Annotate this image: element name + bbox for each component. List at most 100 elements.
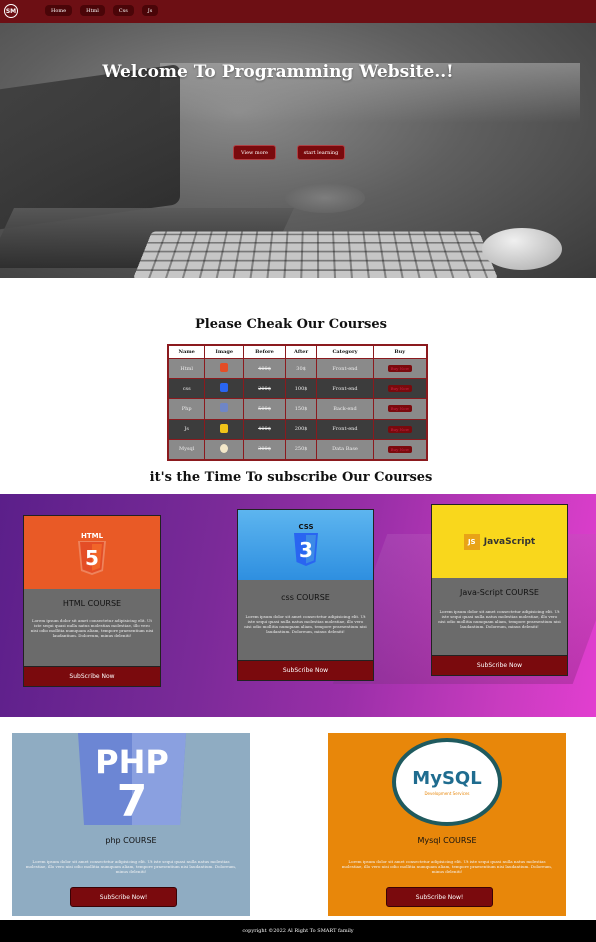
cell-name: css xyxy=(167,378,206,400)
copyright-text: copyright ©2022 Al Right To SMART family xyxy=(242,928,354,934)
javascript-subscribe-button[interactable]: SubScribe Now xyxy=(432,655,567,675)
css3-icon: CSS 3 xyxy=(293,523,318,566)
cell-name: Js xyxy=(167,418,206,440)
html-course-card: HTML 5 HTML COURSE Lorem ipsum dolor sit… xyxy=(23,515,161,687)
mysql-card-description: Lorem ipsum dolor sit amet consectetur a… xyxy=(341,859,553,874)
buy-now-button[interactable]: Buy Now xyxy=(387,385,412,393)
svg-text:3: 3 xyxy=(299,538,313,562)
hero-cup-image xyxy=(285,183,365,213)
cell-image xyxy=(204,357,245,380)
php-icon xyxy=(220,403,229,413)
php-logo-icon: PHP 7 xyxy=(78,733,186,825)
buy-now-button[interactable]: Buy Now xyxy=(387,405,412,413)
table-row: Js 400$ 200$ Front-end Buy Now xyxy=(167,418,428,440)
javascript-icon: JS xyxy=(463,533,480,550)
subscribe-section: HTML 5 HTML COURSE Lorem ipsum dolor sit… xyxy=(0,494,596,717)
buy-now-button[interactable]: Buy Now xyxy=(387,445,412,453)
cell-before: 300$ xyxy=(243,438,286,461)
hero-title: Welcome To Programming Website..! xyxy=(102,62,454,82)
css-card-description: Lorem ipsum dolor sit amet consectetur a… xyxy=(244,614,367,634)
mysql-card-title: Mysql COURSE xyxy=(417,836,477,845)
mysql-icon xyxy=(220,443,229,453)
table-row: Html 400$ 30$ Front-end Buy Now xyxy=(167,357,428,380)
cell-after: 250$ xyxy=(284,438,318,461)
hero-laptop-image xyxy=(0,63,180,233)
php-card-description: Lorem ipsum dolor sit amet consectetur a… xyxy=(25,859,237,874)
hero-keyboard-image xyxy=(132,231,499,278)
javascript-card-title: Java-Script COURSE xyxy=(460,588,539,597)
table-header-row: Name Image Before After Category Buy xyxy=(167,345,428,359)
javascript-card-description: Lorem ipsum dolor sit amet consectetur a… xyxy=(438,609,561,629)
cell-before: 500$ xyxy=(243,398,286,420)
table-row: Php 500$ 150$ Back-end Buy Now xyxy=(167,398,428,420)
cell-category: Data Base xyxy=(316,438,374,461)
cell-before: 400$ xyxy=(243,357,286,380)
mysql-logo-subtitle: Development Services xyxy=(424,791,470,796)
buy-now-button[interactable]: Buy Now xyxy=(387,425,412,433)
cell-category: Front-end xyxy=(316,378,374,400)
column-header-after: After xyxy=(284,345,318,359)
html5-icon: HTML 5 xyxy=(78,532,106,575)
cell-name: Php xyxy=(167,398,206,420)
cell-after: 100$ xyxy=(284,378,318,400)
html-subscribe-button[interactable]: SubScribe Now xyxy=(24,666,160,686)
start-learning-button[interactable]: start learning xyxy=(297,145,345,160)
mysql-logo-icon: MySQL Development Services xyxy=(392,738,502,826)
courses-heading: Please Cheak Our Courses xyxy=(195,317,387,332)
table-row: Mysql 300$ 250$ Data Base Buy Now xyxy=(167,438,428,461)
css-subscribe-button[interactable]: SubScribe Now xyxy=(238,660,373,680)
nav-item-css[interactable]: Css xyxy=(112,5,134,16)
cell-image xyxy=(204,438,245,461)
cell-after: 200$ xyxy=(284,418,318,440)
css-course-card: CSS 3 css COURSE Lorem ipsum dolor sit a… xyxy=(237,509,374,681)
hero-section: Welcome To Programming Website..! View m… xyxy=(0,23,596,278)
cell-image xyxy=(204,378,245,400)
column-header-image: Image xyxy=(204,345,245,359)
html-card-description: Lorem ipsum dolor sit amet consectetur a… xyxy=(30,618,154,638)
hero-mouse-image xyxy=(482,228,562,270)
javascript-icon xyxy=(220,423,229,433)
php-course-card: PHP 7 php COURSE Lorem ipsum dolor sit a… xyxy=(12,733,250,916)
buy-now-button[interactable]: Buy Now xyxy=(387,365,412,373)
column-header-name: Name xyxy=(167,345,206,359)
cell-after: 30$ xyxy=(284,357,318,380)
footer: copyright ©2022 Al Right To SMART family xyxy=(0,920,596,942)
css-card-image: CSS 3 xyxy=(238,510,373,580)
site-logo[interactable]: SM xyxy=(4,4,18,18)
nav-menu: Home Html Css Js xyxy=(45,5,159,16)
svg-text:5: 5 xyxy=(85,546,99,570)
cell-after: 150$ xyxy=(284,398,318,420)
php-subscribe-button[interactable]: SubScribe Now! xyxy=(70,887,177,907)
svg-text:HTML: HTML xyxy=(81,532,104,540)
cell-category: Back-end xyxy=(316,398,374,420)
cell-buy: Buy Now xyxy=(372,418,428,440)
column-header-category: Category xyxy=(316,345,374,359)
cell-buy: Buy Now xyxy=(372,378,428,400)
css-card-title: css COURSE xyxy=(281,593,330,602)
cell-name: Html xyxy=(167,357,206,380)
mysql-logo-text: MySQL xyxy=(412,768,482,789)
column-header-before: Before xyxy=(243,345,286,359)
cell-before: 200$ xyxy=(243,378,286,400)
column-header-buy: Buy xyxy=(372,345,428,359)
mysql-course-card: MySQL Development Services Mysql COURSE … xyxy=(328,733,566,916)
css3-icon xyxy=(220,383,229,393)
cell-name: Mysql xyxy=(167,438,206,461)
html-card-image: HTML 5 xyxy=(24,516,160,589)
cell-category: Front-end xyxy=(316,357,374,380)
nav-item-home[interactable]: Home xyxy=(45,5,73,16)
svg-text:7: 7 xyxy=(117,776,148,825)
mysql-subscribe-button[interactable]: SubScribe Now! xyxy=(386,887,493,907)
cell-before: 400$ xyxy=(243,418,286,440)
nav-item-html[interactable]: Html xyxy=(80,5,105,16)
nav-item-js[interactable]: Js xyxy=(141,5,159,16)
cell-buy: Buy Now xyxy=(372,357,428,380)
subscribe-heading: it's the Time To subscribe Our Courses xyxy=(149,470,433,485)
table-row: css 200$ 100$ Front-end Buy Now xyxy=(167,378,428,400)
cell-image xyxy=(204,398,245,420)
view-more-button[interactable]: View more xyxy=(233,145,276,160)
html5-icon xyxy=(220,363,229,373)
javascript-card-image: JS JavaScript xyxy=(432,505,567,578)
cell-buy: Buy Now xyxy=(372,438,428,461)
courses-table: Name Image Before After Category Buy Htm… xyxy=(167,344,428,461)
